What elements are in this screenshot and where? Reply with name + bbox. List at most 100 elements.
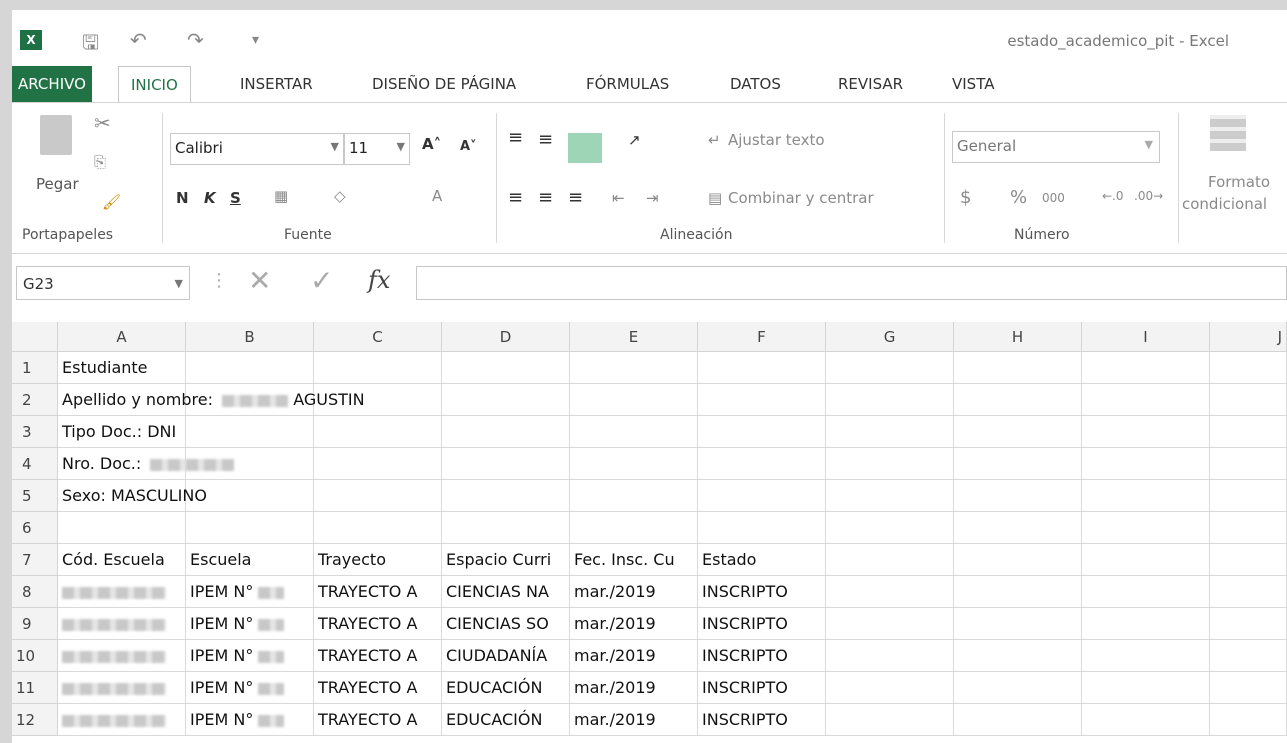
align-top-icon[interactable]: ≡ <box>508 127 523 148</box>
grid-cell[interactable] <box>1210 480 1287 512</box>
grid-cell[interactable] <box>1082 480 1210 512</box>
cell-d8[interactable]: CIENCIAS NA <box>442 576 570 608</box>
column-header-c[interactable]: C <box>314 322 442 352</box>
enter-icon[interactable]: ✓ <box>310 264 333 297</box>
cell-e9[interactable]: mar./2019 <box>570 608 698 640</box>
grid-cell[interactable] <box>442 512 570 544</box>
grid-cell[interactable] <box>186 512 314 544</box>
column-header-i[interactable]: I <box>1082 322 1210 352</box>
grid-cell[interactable] <box>442 416 570 448</box>
align-center-icon[interactable]: ≡ <box>538 187 553 208</box>
redo-icon[interactable]: ↷ <box>187 28 204 52</box>
paste-icon[interactable] <box>40 115 72 155</box>
conditional-format-icon[interactable] <box>1210 115 1246 151</box>
grid-cell[interactable] <box>954 672 1082 704</box>
tab-inicio[interactable]: INICIO <box>118 66 191 103</box>
grid-cell[interactable] <box>1210 608 1287 640</box>
row-header[interactable]: 1 <box>12 352 58 384</box>
grid-cell[interactable] <box>954 608 1082 640</box>
grid-cell[interactable] <box>954 384 1082 416</box>
cell-c8[interactable]: TRAYECTO A <box>314 576 442 608</box>
grid-cell[interactable] <box>698 512 826 544</box>
row-header[interactable]: 6 <box>12 512 58 544</box>
grid-cell[interactable] <box>1210 672 1287 704</box>
grid-cell[interactable] <box>1082 672 1210 704</box>
grid-cell[interactable] <box>954 640 1082 672</box>
grid-cell[interactable] <box>1210 352 1287 384</box>
cell-e12[interactable]: mar./2019 <box>570 704 698 736</box>
grid-cell[interactable] <box>570 448 698 480</box>
grid-cell[interactable] <box>954 448 1082 480</box>
fill-color-icon[interactable]: ◇ <box>334 187 346 205</box>
grid-cell[interactable] <box>698 448 826 480</box>
column-header-d[interactable]: D <box>442 322 570 352</box>
cell-c9[interactable]: TRAYECTO A <box>314 608 442 640</box>
grid-cell[interactable] <box>1210 384 1287 416</box>
grid-cell[interactable] <box>1210 704 1287 736</box>
grid-cell[interactable] <box>1082 384 1210 416</box>
conditional-format-label-1[interactable]: Formato <box>1208 173 1270 191</box>
row-header[interactable]: 10 <box>12 640 58 672</box>
grid-cell[interactable] <box>698 416 826 448</box>
cell-c12[interactable]: TRAYECTO A <box>314 704 442 736</box>
cell-d9[interactable]: CIENCIAS SO <box>442 608 570 640</box>
grow-font-icon[interactable]: A˄ <box>422 135 441 153</box>
font-size-select[interactable]: 11 ▼ <box>344 133 410 165</box>
conditional-format-label-2[interactable]: condicional <box>1182 195 1267 213</box>
cell-a4[interactable]: Nro. Doc.: <box>58 448 235 480</box>
grid-cell[interactable] <box>826 416 954 448</box>
grid-cell[interactable] <box>954 544 1082 576</box>
grid-cell[interactable] <box>442 384 570 416</box>
cell-f10[interactable]: INSCRIPTO <box>698 640 826 672</box>
header-escuela[interactable]: Escuela <box>186 544 314 576</box>
row-header[interactable]: 4 <box>12 448 58 480</box>
grid-cell[interactable] <box>954 512 1082 544</box>
grid-cell[interactable] <box>826 544 954 576</box>
grid-cell[interactable] <box>1210 416 1287 448</box>
tab-datos[interactable]: DATOS <box>730 66 781 102</box>
row-header[interactable]: 2 <box>12 384 58 416</box>
decrease-decimal-icon[interactable]: .00→ <box>1134 189 1163 203</box>
column-header-g[interactable]: G <box>826 322 954 352</box>
customize-toolbar-icon[interactable]: ▾ <box>252 32 259 48</box>
cell-c10[interactable]: TRAYECTO A <box>314 640 442 672</box>
grid-cell[interactable] <box>698 480 826 512</box>
cell-a1[interactable]: Estudiante <box>58 352 186 384</box>
cancel-icon[interactable]: ✕ <box>248 264 271 297</box>
grid-cell[interactable] <box>1082 640 1210 672</box>
row-header[interactable]: 3 <box>12 416 58 448</box>
cell-a10[interactable] <box>58 640 186 672</box>
cell-a11[interactable] <box>58 672 186 704</box>
paste-label[interactable]: Pegar <box>36 175 79 193</box>
align-middle-icon[interactable]: ≡ <box>538 129 553 150</box>
tab-archivo[interactable]: ARCHIVO <box>12 66 92 102</box>
grid-cell[interactable] <box>954 416 1082 448</box>
align-bottom-icon[interactable] <box>568 133 602 163</box>
cell-f9[interactable]: INSCRIPTO <box>698 608 826 640</box>
row-header[interactable]: 9 <box>12 608 58 640</box>
cell-a3[interactable]: Tipo Doc.: DNI <box>58 416 186 448</box>
formula-input[interactable] <box>416 266 1287 300</box>
grid-cell[interactable] <box>954 352 1082 384</box>
header-cod-escuela[interactable]: Cód. Escuela <box>58 544 186 576</box>
cut-icon[interactable]: ✂ <box>94 111 111 135</box>
select-all-corner[interactable] <box>12 322 58 352</box>
font-name-select[interactable]: Calibri ▼ <box>170 133 344 165</box>
grid-cell[interactable] <box>698 352 826 384</box>
row-header[interactable]: 5 <box>12 480 58 512</box>
grid-cell[interactable] <box>570 352 698 384</box>
cell-d12[interactable]: EDUCACIÓN <box>442 704 570 736</box>
increase-indent-icon[interactable]: ⇥ <box>646 189 659 207</box>
grid-cell[interactable] <box>698 384 826 416</box>
tab-diseno-pagina[interactable]: DISEÑO DE PÁGINA <box>372 66 516 102</box>
row-header[interactable]: 12 <box>12 704 58 736</box>
grid-cell[interactable] <box>1082 352 1210 384</box>
grid-cell[interactable] <box>570 480 698 512</box>
grid-cell[interactable] <box>314 416 442 448</box>
cell-f11[interactable]: INSCRIPTO <box>698 672 826 704</box>
font-color-icon[interactable]: A <box>432 187 442 205</box>
grid-cell[interactable] <box>314 352 442 384</box>
cell-c11[interactable]: TRAYECTO A <box>314 672 442 704</box>
orientation-icon[interactable]: ↗ <box>628 131 641 149</box>
tab-vista[interactable]: VISTA <box>952 66 994 102</box>
